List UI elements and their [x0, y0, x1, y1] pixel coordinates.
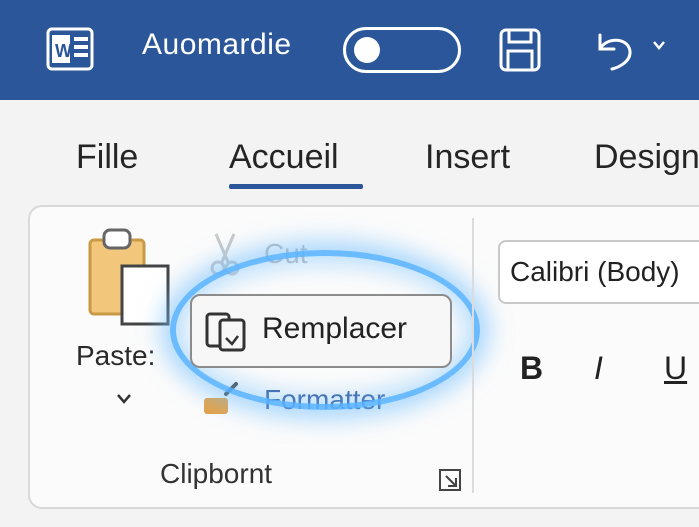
chevron-down-icon[interactable]: [114, 392, 134, 406]
active-tab-indicator: [229, 184, 363, 189]
tab-insert[interactable]: Insert: [425, 138, 510, 177]
copy-replace-icon: [205, 312, 246, 352]
toggle-knob: [354, 37, 380, 63]
chevron-down-icon[interactable]: [652, 38, 666, 52]
replace-label: Remplacer: [262, 312, 408, 345]
font-name-combobox[interactable]: Calibri (Body): [498, 240, 699, 304]
title-bar: W Auomardie: [0, 0, 699, 100]
bold-button[interactable]: B: [520, 350, 543, 387]
underline-button[interactable]: U: [664, 350, 687, 387]
tab-design[interactable]: Design: [594, 138, 699, 177]
replace-button[interactable]: Remplacer: [190, 294, 452, 368]
autosave-toggle[interactable]: [343, 27, 461, 73]
paste-icon[interactable]: [86, 226, 174, 326]
italic-button[interactable]: I: [594, 350, 603, 387]
clipboard-group-label: Clipbornt: [160, 458, 273, 489]
tab-file[interactable]: Fille: [76, 138, 138, 177]
svg-text:W: W: [55, 41, 72, 61]
app-word-icon[interactable]: W: [46, 27, 94, 71]
dialog-launcher-icon[interactable]: [438, 468, 462, 492]
app-window: W Auomardie Fille Accueil Insert Design …: [0, 0, 699, 527]
tab-home[interactable]: Accueil: [229, 138, 339, 177]
font-name-value: Calibri (Body): [510, 256, 680, 287]
group-divider: [472, 218, 474, 493]
save-icon[interactable]: [498, 27, 542, 73]
paste-label[interactable]: Paste:: [76, 340, 155, 372]
undo-icon[interactable]: [590, 27, 638, 73]
document-title: Auomardie: [142, 28, 292, 61]
